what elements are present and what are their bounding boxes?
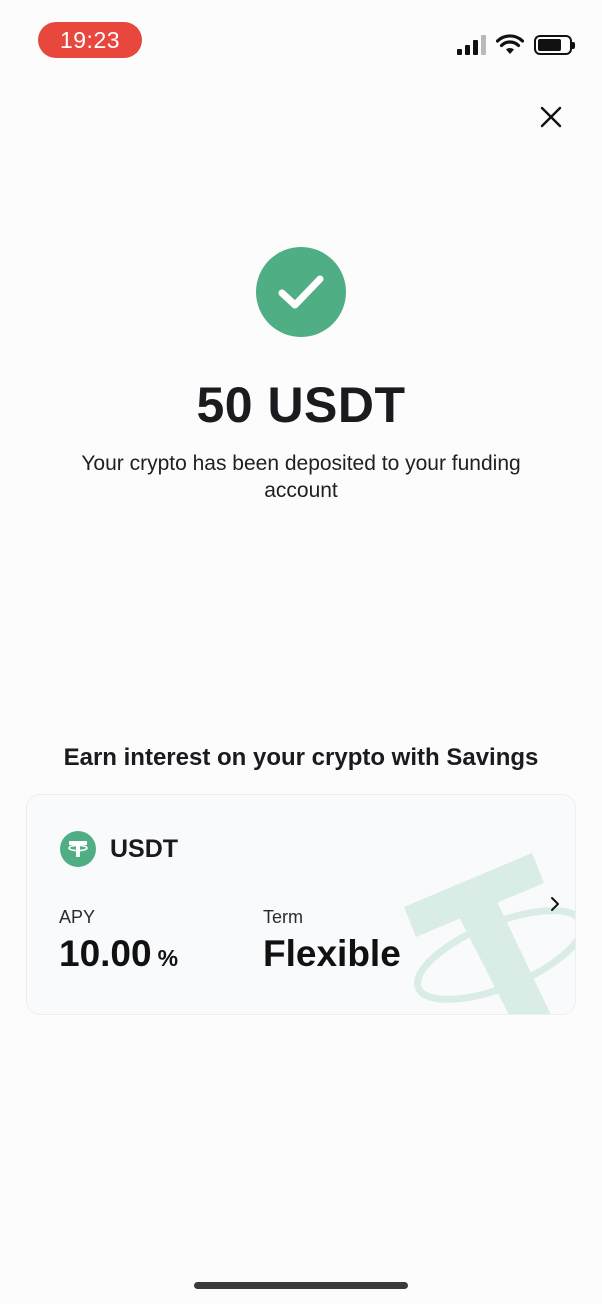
apy-unit: % [157, 945, 179, 971]
apy-value-row: 10.00% [59, 933, 178, 975]
apy-label: APY [59, 907, 96, 927]
battery-icon [534, 35, 575, 55]
status-icons [457, 34, 575, 56]
savings-section-title: Earn interest on your crypto with Saving… [63, 744, 539, 771]
chevron-right-icon [551, 897, 559, 911]
wifi-icon [496, 34, 524, 54]
term-label: Term [263, 907, 303, 927]
checkmark-icon [256, 247, 346, 337]
signal-icon [457, 35, 486, 55]
savings-product-card[interactable]: USDT APY 10.00% Term Flexible [26, 794, 576, 1015]
close-icon[interactable] [536, 102, 566, 132]
term-value: Flexible [263, 933, 401, 974]
coin-name: USDT [110, 834, 179, 863]
apy-value: 10.00 [59, 933, 152, 974]
deposit-message: Your crypto has been deposited to your f… [81, 452, 521, 502]
deposit-success-screen: 19:23 50 USDT Your crypto has been depos… [0, 0, 602, 1304]
deposit-amount: 50 USDT [196, 377, 406, 433]
status-time: 19:23 [38, 22, 142, 58]
battery-level [538, 39, 561, 51]
tether-icon [60, 831, 96, 867]
home-indicator[interactable] [194, 1282, 408, 1289]
coin-row: USDT [60, 831, 178, 867]
tether-watermark-icon [404, 853, 575, 1014]
